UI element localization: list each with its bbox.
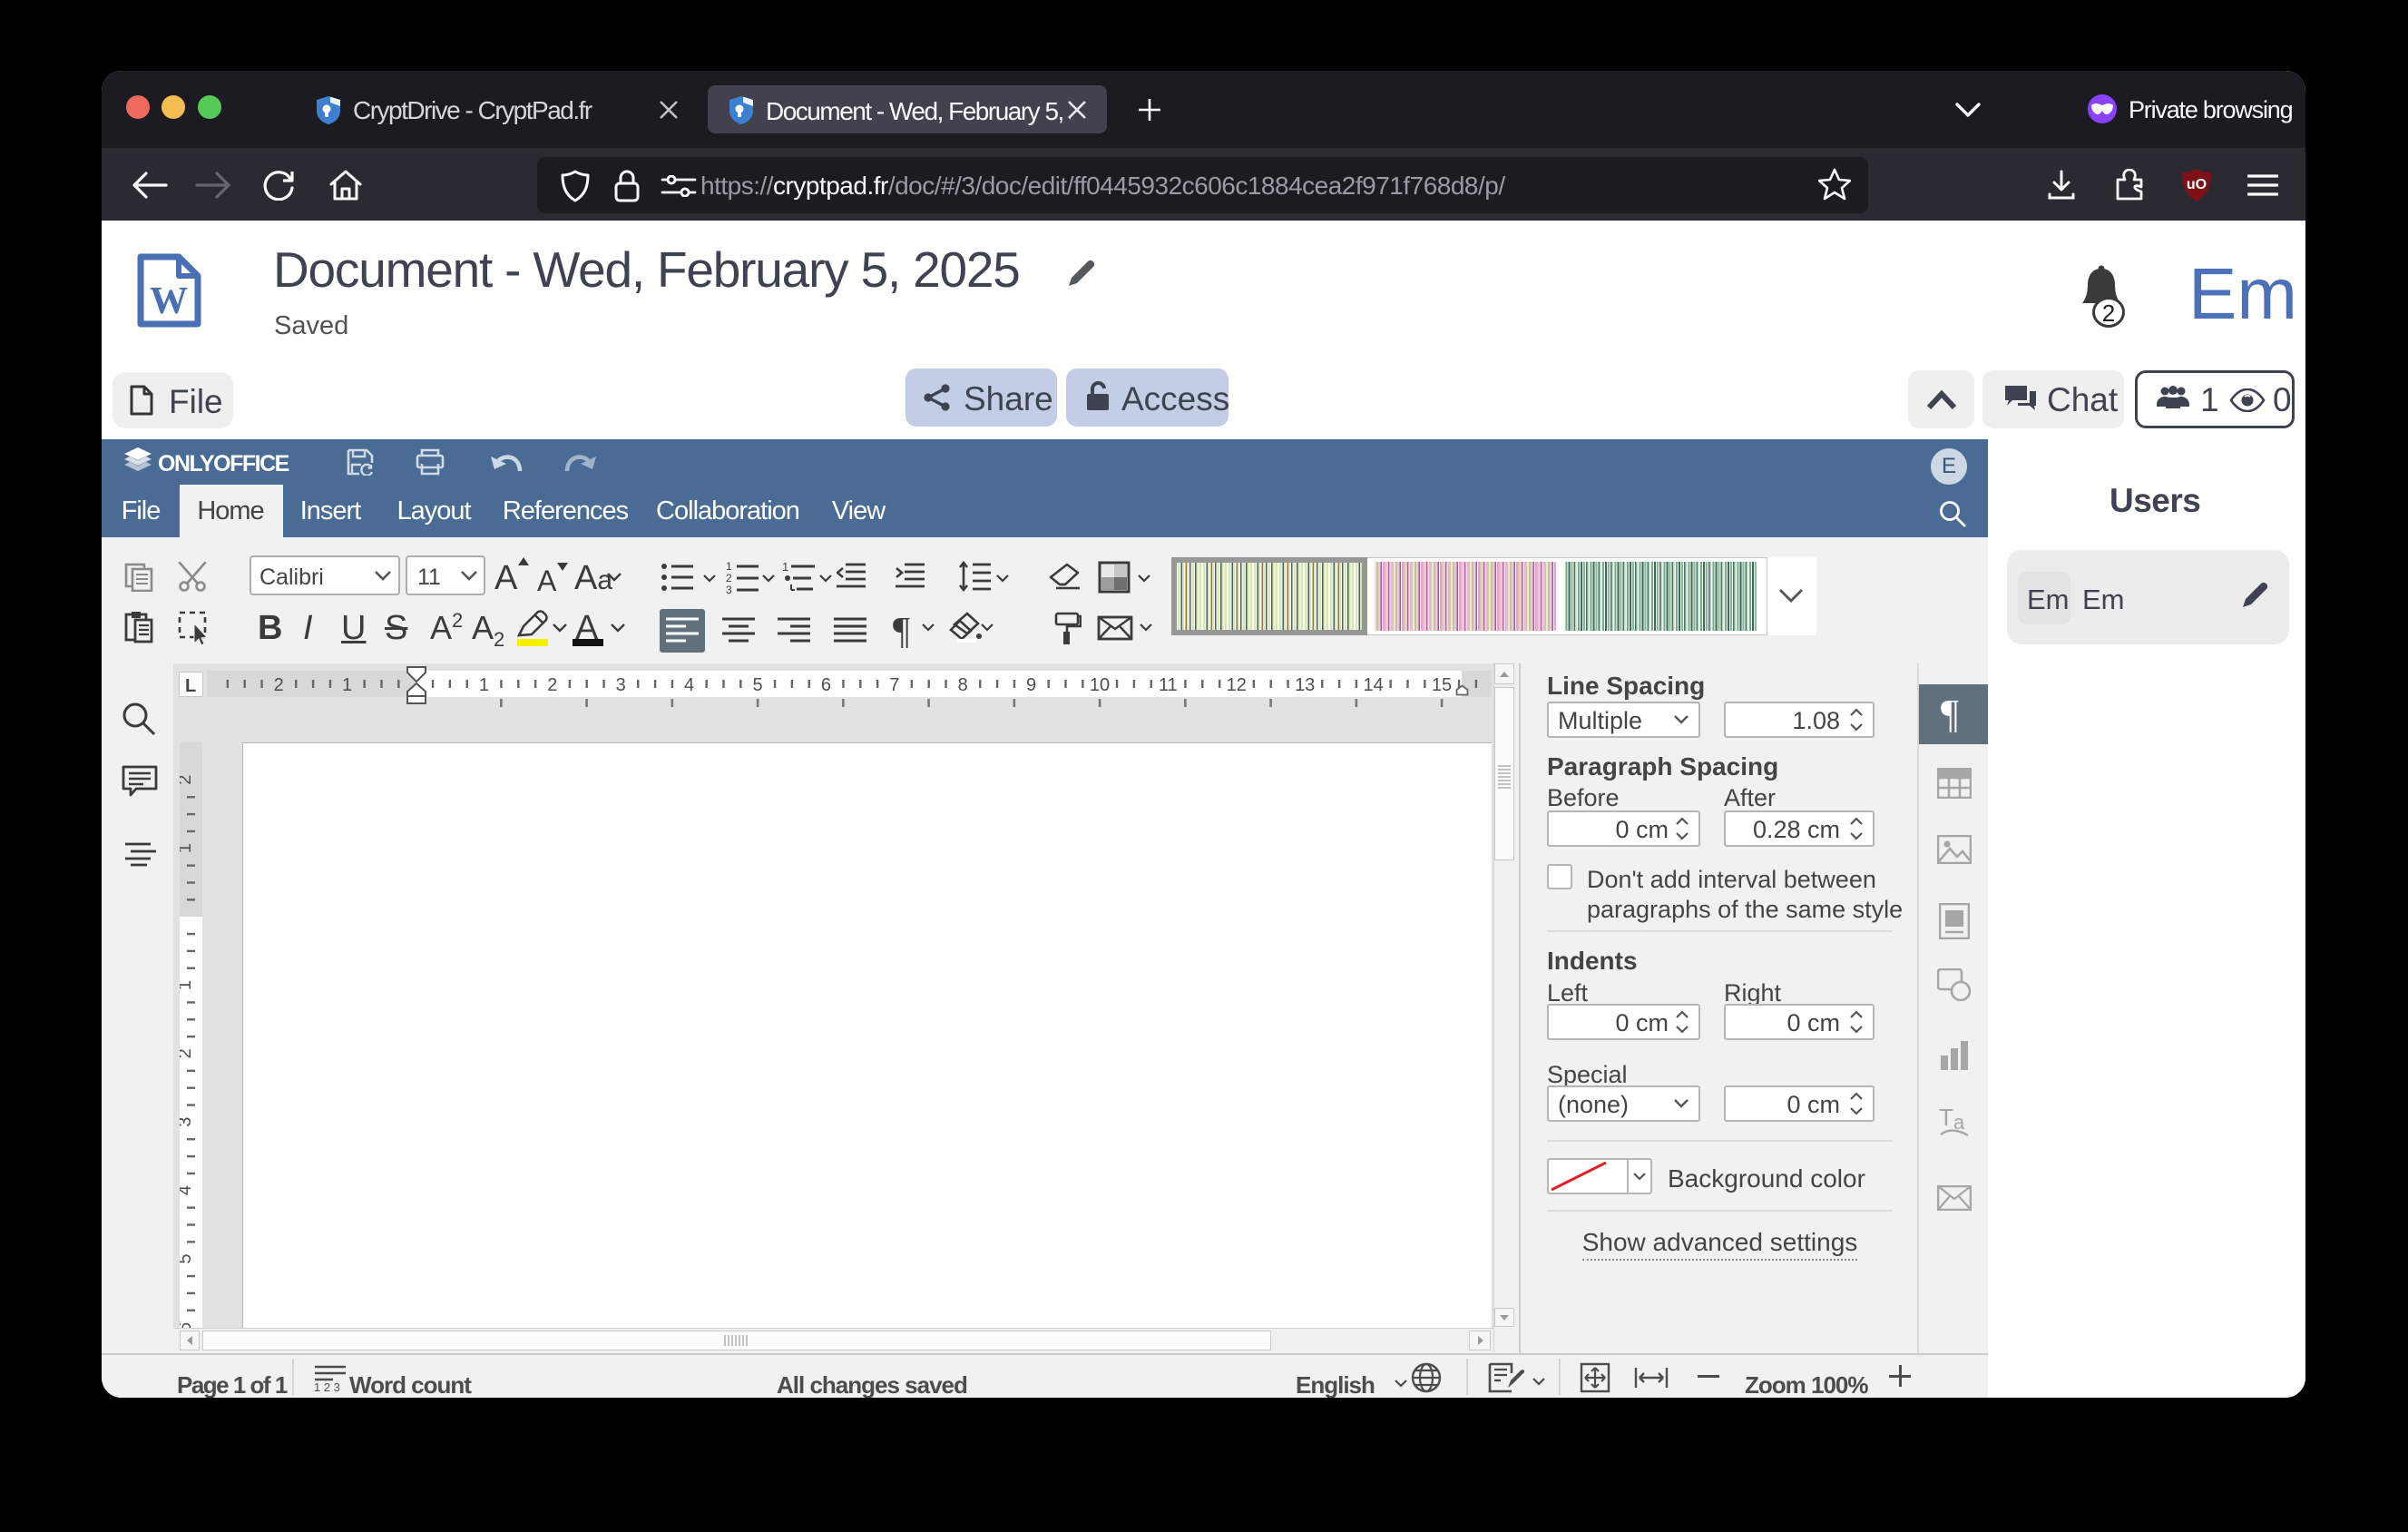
svg-text:1 2 3: 1 2 3 (314, 1380, 340, 1391)
svg-text:2: 2 (547, 675, 557, 695)
svg-text:12: 12 (1227, 675, 1247, 695)
svg-text:13: 13 (1295, 675, 1315, 695)
svg-text:15: 15 (1432, 675, 1452, 695)
svg-text:1: 1 (479, 675, 489, 695)
svg-text:7: 7 (889, 675, 899, 695)
svg-text:3: 3 (180, 1117, 195, 1127)
svg-text:14: 14 (1363, 675, 1383, 695)
svg-text:1: 1 (180, 843, 195, 853)
svg-text:4: 4 (180, 1185, 195, 1195)
svg-text:2: 2 (180, 1048, 195, 1058)
svg-text:2: 2 (726, 572, 732, 584)
svg-text:1: 1 (342, 675, 352, 695)
svg-text:1: 1 (180, 980, 195, 990)
svg-text:6: 6 (821, 675, 831, 695)
svg-text:8: 8 (958, 675, 968, 695)
svg-text:5: 5 (180, 1253, 195, 1263)
svg-text:10: 10 (1090, 675, 1110, 695)
svg-text:11: 11 (1159, 675, 1178, 695)
svg-text:3: 3 (726, 584, 732, 594)
svg-text:2: 2 (274, 675, 284, 695)
svg-text:W: W (150, 280, 188, 322)
svg-text:9: 9 (1026, 675, 1036, 695)
svg-text:3: 3 (616, 675, 626, 695)
svg-text:2: 2 (180, 775, 195, 785)
svg-text:5: 5 (752, 675, 762, 695)
svg-text:uO: uO (2187, 177, 2207, 192)
svg-text:4: 4 (684, 675, 694, 695)
svg-text:T: T (1939, 1105, 1953, 1131)
svg-text:1: 1 (782, 561, 788, 574)
